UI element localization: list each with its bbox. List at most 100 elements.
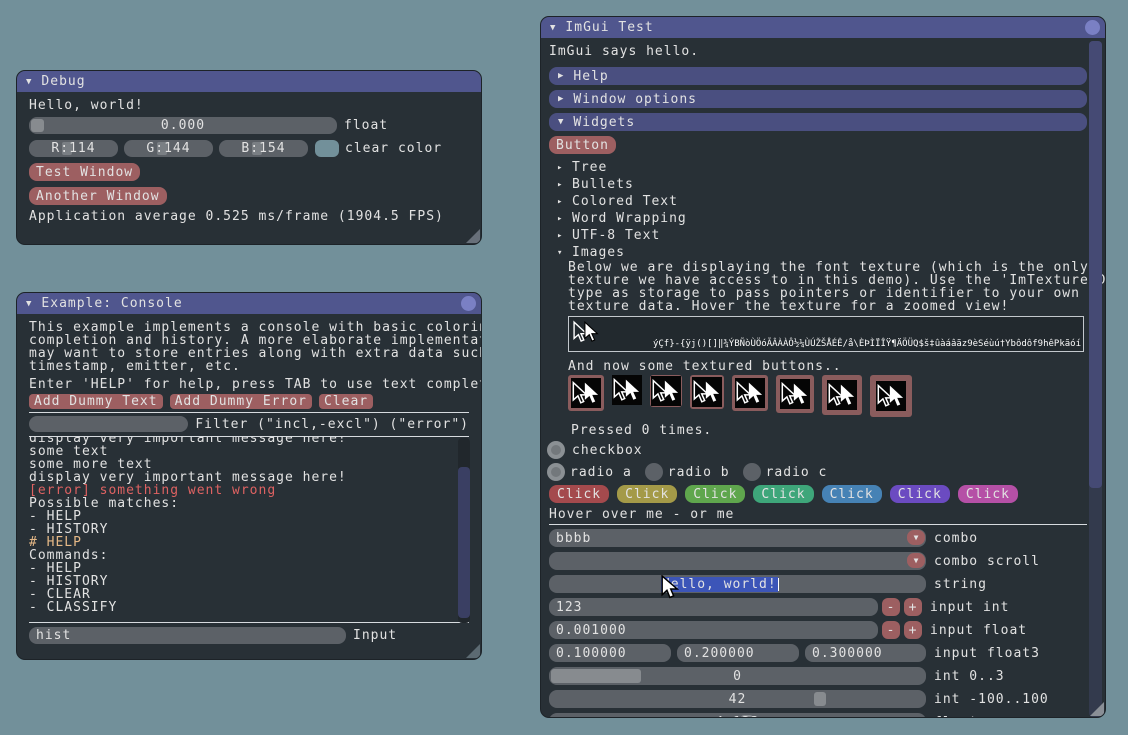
- radio-c[interactable]: [743, 463, 761, 481]
- checkbox-label: checkbox: [572, 443, 643, 458]
- decrement-button[interactable]: -: [882, 598, 900, 616]
- button-widget[interactable]: Button: [549, 136, 616, 154]
- header-help[interactable]: ▶ Help: [549, 67, 1087, 85]
- drag-r[interactable]: R:114: [29, 140, 118, 157]
- float-slider[interactable]: 0.000: [29, 117, 337, 134]
- tree-arrow-icon: ▸: [557, 180, 565, 190]
- console-titlebar[interactable]: ▼ Example: Console: [17, 293, 481, 314]
- console-scrollbar[interactable]: [458, 438, 470, 623]
- chevron-right-icon: ▶: [558, 71, 564, 81]
- click-button-2[interactable]: Click: [617, 485, 677, 503]
- tree-node-tree[interactable]: ▸ Tree: [557, 159, 1085, 176]
- input-float3-y[interactable]: 0.200000: [677, 644, 799, 662]
- slider-int-100[interactable]: 42: [549, 690, 926, 708]
- increment-button[interactable]: +: [904, 598, 922, 616]
- images-text: texture data. Hover the texture for a zo…: [568, 300, 1085, 313]
- image-button-4[interactable]: [690, 375, 724, 409]
- tree-node-bullets[interactable]: ▸ Bullets: [557, 176, 1085, 193]
- tree-arrow-icon: ▸: [557, 197, 565, 207]
- clear-button[interactable]: Clear: [319, 394, 373, 409]
- click-button-1[interactable]: Click: [549, 485, 609, 503]
- console-input[interactable]: hist: [29, 627, 346, 644]
- console-intro: timestamp, emitter, etc.: [29, 360, 469, 373]
- console-scrollbar-thumb[interactable]: [458, 467, 470, 618]
- debug-titlebar[interactable]: ▼ Debug: [17, 71, 481, 92]
- log-line: - CLASSIFY: [29, 601, 469, 614]
- drag-b[interactable]: B:154: [219, 140, 308, 157]
- click-button-6[interactable]: Click: [890, 485, 950, 503]
- resize-grip[interactable]: [466, 229, 480, 243]
- separator: [29, 412, 469, 413]
- console-input-label: Input: [353, 628, 397, 643]
- slider-float-label: float: [934, 715, 978, 719]
- radio-a[interactable]: [547, 463, 565, 481]
- combo-arrow-icon[interactable]: ▼: [907, 553, 925, 568]
- add-dummy-error-button[interactable]: Add Dummy Error: [170, 394, 312, 409]
- chevron-right-icon: ▶: [558, 94, 564, 104]
- input-float3-z[interactable]: 0.300000: [805, 644, 926, 662]
- test-titlebar[interactable]: ▼ ImGui Test: [541, 17, 1105, 38]
- image-button-6[interactable]: [776, 375, 814, 413]
- cursor-icon: [827, 380, 857, 410]
- radio-b[interactable]: [645, 463, 663, 481]
- drag-g[interactable]: G:144: [124, 140, 213, 157]
- window-title: Debug: [41, 74, 85, 89]
- close-button[interactable]: [1085, 20, 1100, 35]
- click-button-4[interactable]: Click: [753, 485, 813, 503]
- header-window-options[interactable]: ▶ Window options: [549, 90, 1087, 108]
- image-button-5[interactable]: [732, 375, 768, 411]
- resize-grip[interactable]: [466, 644, 480, 658]
- filter-input[interactable]: [29, 416, 188, 432]
- collapse-arrow-icon[interactable]: ▼: [26, 77, 32, 87]
- clear-color-swatch[interactable]: [315, 140, 339, 157]
- image-button-2[interactable]: [612, 375, 642, 405]
- clear-color-label: clear color: [345, 141, 442, 156]
- decrement-button[interactable]: -: [882, 621, 900, 639]
- test-scrollbar-thumb[interactable]: [1089, 41, 1102, 488]
- tree-node-word-wrapping[interactable]: ▸ Word Wrapping: [557, 210, 1085, 227]
- another-window-button[interactable]: Another Window: [29, 187, 167, 205]
- click-button-3[interactable]: Click: [685, 485, 745, 503]
- font-texture-image[interactable]: ýÇf}-{ÿj()[]‖¾ÝBÑòÙÖóÃÂÀÀÔ½¼ÙÚŽŠÅÉÊ/å\ÈÞ…: [568, 316, 1084, 352]
- fps-stats: Application average 0.525 ms/frame (1904…: [29, 210, 469, 223]
- separator: [29, 622, 469, 623]
- image-button-1[interactable]: [568, 375, 604, 411]
- chevron-down-icon: ▼: [558, 117, 564, 127]
- checkbox[interactable]: [547, 441, 565, 459]
- collapse-arrow-icon[interactable]: ▼: [550, 23, 556, 33]
- combo-arrow-icon[interactable]: ▼: [907, 530, 925, 545]
- collapse-arrow-icon[interactable]: ▼: [26, 299, 32, 309]
- input-int-label: input int: [930, 600, 1009, 615]
- test-scrollbar[interactable]: [1089, 41, 1102, 717]
- close-button[interactable]: [461, 296, 476, 311]
- image-button-8[interactable]: [870, 375, 912, 417]
- cursor-icon: [571, 378, 601, 408]
- input-float3-x[interactable]: 0.100000: [549, 644, 671, 662]
- increment-button[interactable]: +: [904, 621, 922, 639]
- slider-float[interactable]: 4.123: [549, 713, 926, 718]
- tree-arrow-icon: ▸: [557, 231, 565, 241]
- string-input[interactable]: Hello, world!: [549, 575, 926, 593]
- tree-arrow-icon: ▸: [557, 214, 565, 224]
- text-cursor: [778, 578, 779, 591]
- tree-node-images[interactable]: ▾ Images: [557, 244, 1085, 261]
- log-line: - HISTORY: [29, 575, 469, 588]
- input-float[interactable]: 0.001000: [549, 621, 878, 639]
- tree-node-utf8-text[interactable]: ▸ UTF-8 Text: [557, 227, 1085, 244]
- image-button-7[interactable]: [822, 375, 862, 415]
- add-dummy-text-button[interactable]: Add Dummy Text: [29, 394, 163, 409]
- tree-arrow-icon: ▸: [557, 163, 565, 173]
- image-button-3[interactable]: [650, 375, 682, 407]
- click-button-5[interactable]: Click: [822, 485, 882, 503]
- radio-a-label: radio a: [570, 465, 632, 480]
- resize-grip[interactable]: [1090, 702, 1104, 716]
- tree-node-colored-text[interactable]: ▸ Colored Text: [557, 193, 1085, 210]
- slider-int-label: int 0..3: [934, 669, 1005, 684]
- filter-label: Filter ("incl,-excl") ("error"): [195, 417, 469, 432]
- header-widgets[interactable]: ▼ Widgets: [549, 113, 1087, 131]
- combo[interactable]: bbbb ▼: [549, 529, 926, 547]
- debug-window: ▼ Debug Hello, world! 0.000 float R:114 …: [16, 70, 482, 245]
- click-button-7[interactable]: Click: [958, 485, 1018, 503]
- slider-int-0-3[interactable]: 0: [549, 667, 926, 685]
- test-window-button[interactable]: Test Window: [29, 163, 140, 181]
